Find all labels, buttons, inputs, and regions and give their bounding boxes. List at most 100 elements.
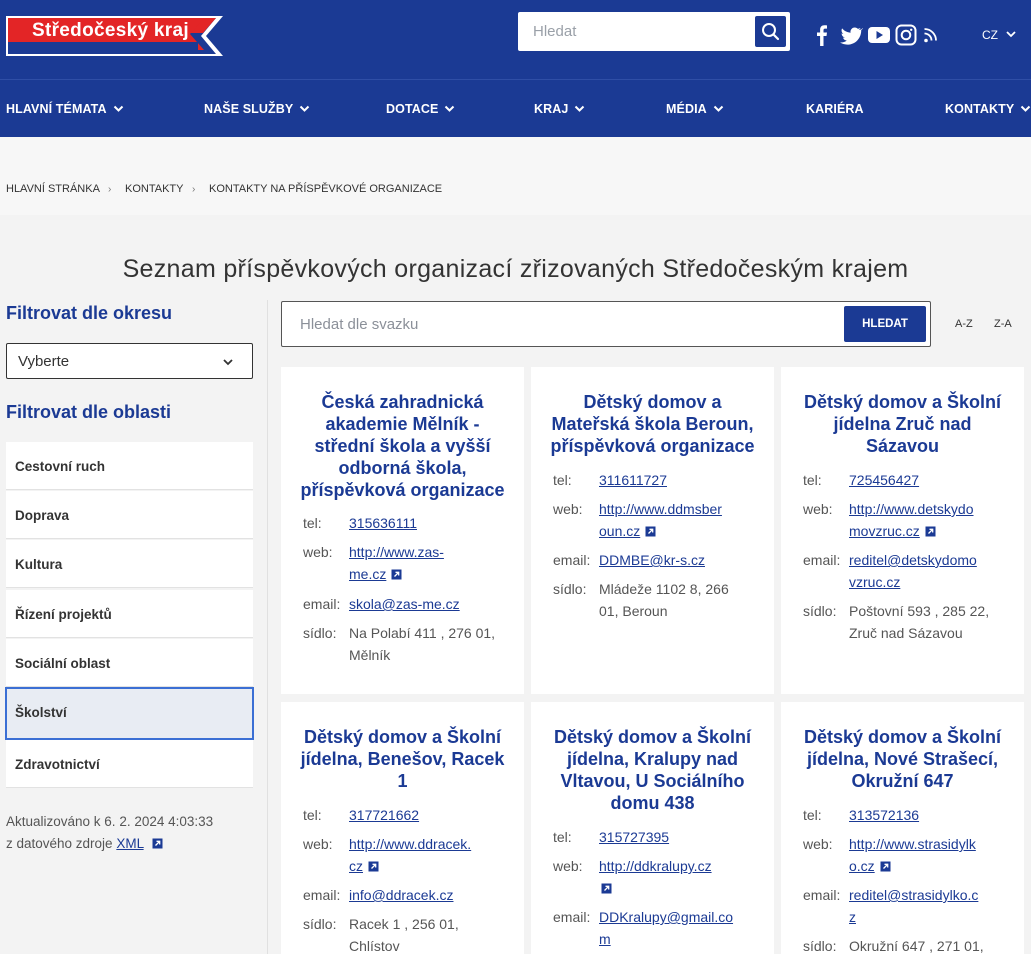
org-card: Dětský domov a Školní jídelna, Benešov, R… — [281, 702, 524, 954]
org-title[interactable]: Dětský domov a Mateřská škola Beroun, přís… — [545, 391, 760, 457]
breadcrumb-kontakty[interactable]: KONTAKTY — [125, 183, 183, 195]
column-divider — [267, 300, 268, 954]
site-search-input[interactable] — [518, 12, 754, 51]
nav-nase-sluzby[interactable]: NAŠE SLUŽBY — [204, 80, 310, 138]
sort-az-button[interactable]: A-Z — [955, 318, 973, 330]
address: Na Polabí 411 , 276 01, Mělník — [349, 625, 496, 663]
sidlo-label: sídlo: — [553, 581, 587, 597]
tel-link[interactable]: 315727395 — [599, 826, 759, 848]
web-link[interactable]: http://ddkralupy.cz — [599, 855, 759, 899]
web-label: web: — [803, 501, 833, 517]
web-link[interactable]: http://www.zas- me.cz — [349, 541, 509, 585]
sidlo-label: sídlo: — [803, 938, 837, 954]
breadcrumb-home[interactable]: HLAVNÍ STRÁNKA — [6, 183, 100, 195]
tel-link[interactable]: 313572136 — [849, 804, 1009, 826]
area-item-label: Cestovní ruch — [15, 459, 106, 474]
org-card: Dětský domov a Školní jídelna, Nové Straš… — [781, 702, 1024, 954]
tel-label: tel: — [803, 807, 822, 823]
area-item-doprava[interactable]: Doprava — [6, 491, 253, 539]
address: Poštovní 593 , 285 22, Zruč nad Sázavou — [849, 603, 990, 641]
search-icon — [762, 23, 780, 41]
breadcrumb-current: KONTAKTY NA PŘÍSPĚVKOVÉ ORGANIZACE — [209, 183, 443, 195]
area-item-zdravotnictvi[interactable]: Zdravotnictví — [6, 740, 253, 788]
nav-dotace[interactable]: DOTACE — [386, 80, 455, 138]
nav-label: NAŠE SLUŽBY — [204, 102, 294, 116]
area-item-label: Řízení projektů — [15, 607, 112, 622]
area-item-rizeni-projektu[interactable]: Řízení projektů — [6, 590, 253, 638]
chevron-down-icon[interactable] — [1005, 28, 1017, 40]
email-label: email: — [553, 552, 591, 568]
org-card: Dětský domov a Školní jídelna Zruč nad Sáz… — [781, 367, 1024, 694]
nav-label: DOTACE — [386, 102, 439, 116]
org-title[interactable]: Dětský domov a Školní jídelna, Benešov, R… — [295, 726, 510, 792]
chevron-down-icon — [113, 105, 123, 112]
nav-kontakty[interactable]: KONTAKTY — [945, 80, 1031, 138]
facebook-icon[interactable] — [813, 22, 831, 48]
email-label: email: — [803, 887, 841, 903]
email-link[interactable]: DDMBE@kr-s.cz — [599, 549, 759, 571]
sort-za-button[interactable]: Z-A — [994, 318, 1012, 330]
area-item-kultura[interactable]: Kultura — [6, 540, 253, 588]
chevron-right-icon: › — [108, 184, 112, 195]
logo[interactable]: Středočeský kraj — [6, 16, 223, 56]
email-link[interactable]: reditel@detskydomo vzruc.cz — [849, 549, 1009, 593]
site-search-button[interactable] — [755, 16, 786, 47]
org-title[interactable]: Dětský domov a Školní jídelna, Kralupy na… — [545, 726, 760, 814]
external-link-icon — [880, 861, 891, 872]
org-search-input[interactable] — [282, 302, 842, 346]
language-switch[interactable]: CZ — [982, 28, 998, 42]
nav-label: HLAVNÍ TÉMATA — [6, 102, 107, 116]
web-link[interactable]: http://www.detskydo movzruc.cz — [849, 498, 1009, 542]
external-link-icon — [391, 569, 402, 580]
tel-label: tel: — [803, 472, 822, 488]
external-link-icon — [152, 838, 163, 849]
chevron-down-icon — [223, 359, 233, 366]
org-title[interactable]: Dětský domov a Školní jídelna Zruč nad Sáz… — [795, 391, 1010, 457]
email-label: email: — [303, 887, 341, 903]
tel-link[interactable]: 725456427 — [849, 469, 1009, 491]
web-link[interactable]: http://www.ddracek. cz — [349, 833, 509, 877]
twitter-icon[interactable] — [839, 22, 863, 48]
org-search-button[interactable]: HLEDAT — [844, 306, 926, 342]
org-card: Dětský domov a Školní jídelna, Kralupy na… — [531, 702, 774, 954]
web-link[interactable]: http://www.ddmsber oun.cz — [599, 498, 759, 542]
org-title[interactable]: Česká zahradnická akademie Mělník - středn… — [295, 391, 510, 501]
email-link[interactable]: skola@zas-me.cz — [349, 593, 509, 615]
chevron-down-icon — [1021, 105, 1031, 112]
area-item-skolstvi[interactable]: Školství — [5, 687, 254, 740]
tel-label: tel: — [303, 807, 322, 823]
org-search: HLEDAT — [281, 301, 931, 347]
nav-kariera[interactable]: KARIÉRA — [806, 80, 864, 138]
email-link[interactable]: reditel@strasidylko.c z — [849, 884, 1009, 928]
web-label: web: — [553, 858, 583, 874]
youtube-icon[interactable] — [867, 22, 891, 48]
address: Okružní 647 , 271 01, — [849, 938, 984, 954]
area-filter-heading: Filtrovat dle oblasti — [6, 402, 172, 422]
email-link[interactable]: info@ddracek.cz — [349, 884, 509, 906]
district-select[interactable]: Vyberte — [6, 343, 253, 379]
nav-label: KONTAKTY — [945, 102, 1015, 116]
xml-link[interactable]: XML — [116, 836, 143, 851]
rss-icon[interactable] — [922, 22, 938, 48]
tel-label: tel: — [553, 472, 572, 488]
tel-link[interactable]: 315636111 — [349, 512, 509, 534]
area-item-label: Zdravotnictví — [15, 757, 100, 772]
instagram-icon[interactable] — [895, 22, 917, 48]
org-title[interactable]: Dětský domov a Školní jídelna, Nové Straš… — [795, 726, 1010, 792]
web-link[interactable]: http://www.strasidylk o.cz — [849, 833, 1009, 877]
email-link[interactable]: DDKralupy@gmail.co m — [599, 906, 759, 950]
web-label: web: — [303, 836, 333, 852]
external-link-icon — [368, 861, 379, 872]
web-label: web: — [803, 836, 833, 852]
area-item-socialni-oblast[interactable]: Sociální oblast — [6, 639, 253, 687]
email-label: email: — [553, 909, 591, 925]
nav-hlavni-temata[interactable]: HLAVNÍ TÉMATA — [6, 80, 124, 138]
tel-link[interactable]: 317721662 — [349, 804, 509, 826]
nav-kraj[interactable]: KRAJ — [534, 80, 585, 138]
nav-media[interactable]: MÉDIA — [666, 80, 724, 138]
area-item-label: Kultura — [15, 557, 63, 572]
tel-label: tel: — [553, 829, 572, 845]
area-item-cestovni-ruch[interactable]: Cestovní ruch — [6, 442, 253, 490]
tel-link[interactable]: 311611727 — [599, 469, 759, 491]
page-title: Seznam příspěvkových organizací zřizovan… — [122, 255, 909, 283]
